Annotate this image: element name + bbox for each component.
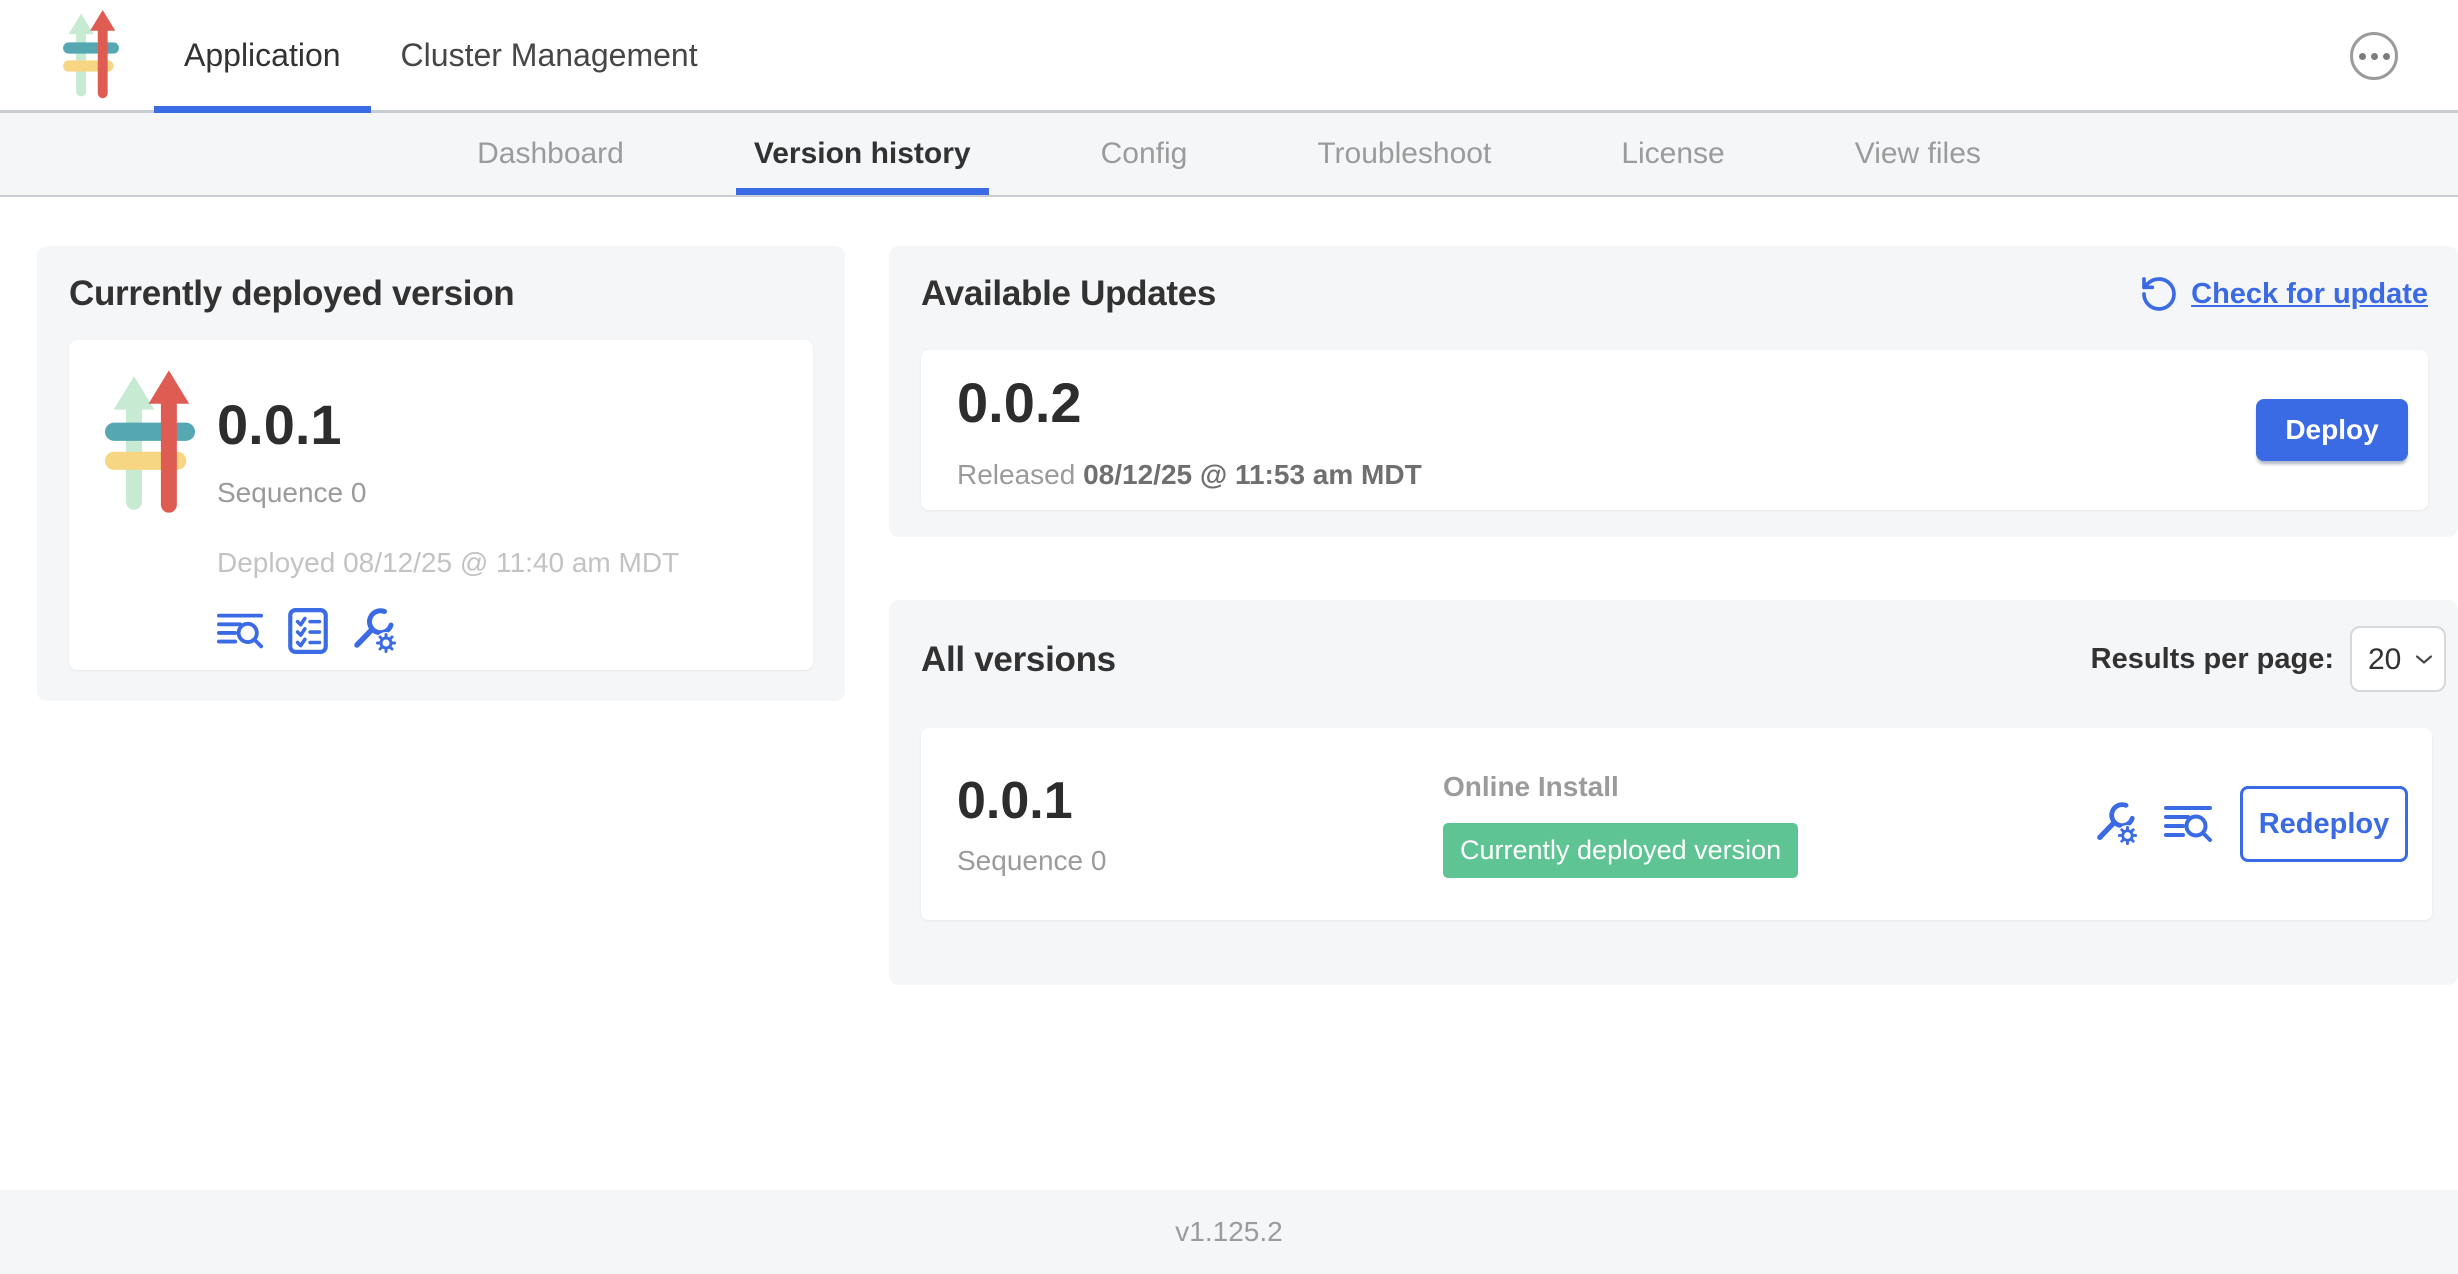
edit-config-icon[interactable] (351, 608, 397, 654)
preflight-checks-icon[interactable] (287, 607, 329, 655)
view-logs-icon[interactable] (2164, 802, 2214, 846)
status-badge: Currently deployed version (1443, 823, 1798, 878)
available-updates-card: Available Updates Check for update 0.0.2… (889, 246, 2458, 537)
results-per-page-select[interactable]: 20 (2350, 626, 2446, 692)
tab-view-files[interactable]: View files (1855, 113, 1981, 195)
app-logo-icon (105, 370, 195, 516)
refresh-icon (2139, 274, 2179, 314)
available-updates-title: Available Updates (921, 274, 1216, 314)
console-version: v1.125.2 (1175, 1216, 1282, 1248)
app-subnav: Dashboard Version history Config Trouble… (0, 113, 2458, 197)
row-version-number: 0.0.1 (957, 771, 1443, 831)
more-options-button[interactable] (2350, 32, 2398, 80)
tab-config[interactable]: Config (1101, 113, 1188, 195)
tab-license[interactable]: License (1621, 113, 1724, 195)
ellipsis-icon (2359, 53, 2366, 60)
currently-deployed-card: Currently deployed version 0.0.1 Sequenc… (37, 246, 845, 701)
results-per-page-label: Results per page: (2091, 643, 2334, 676)
deployed-card-title: Currently deployed version (69, 274, 813, 314)
view-logs-icon[interactable] (217, 610, 265, 652)
row-install-type: Online Install (1443, 771, 2094, 803)
deployed-sequence: Sequence 0 (217, 477, 679, 509)
app-footer: v1.125.2 (0, 1190, 2458, 1274)
all-versions-title: All versions (921, 640, 1116, 680)
row-sequence: Sequence 0 (957, 845, 1443, 877)
check-for-update-link[interactable]: Check for update (2139, 274, 2428, 314)
tab-troubleshoot[interactable]: Troubleshoot (1317, 113, 1491, 195)
nav-tab-application[interactable]: Application (154, 0, 371, 110)
header-nav: Application Cluster Management (154, 0, 728, 110)
all-versions-card: All versions Results per page: 20 0. (889, 600, 2458, 985)
app-header: Application Cluster Management (0, 0, 2458, 113)
deployed-version-panel: 0.0.1 Sequence 0 Deployed 08/12/25 @ 11:… (69, 340, 813, 670)
app-logo-icon (62, 10, 120, 100)
nav-tab-cluster-management-label: Cluster Management (401, 37, 698, 74)
main-content: Currently deployed version 0.0.1 Sequenc… (0, 197, 2458, 1190)
deployed-timestamp: Deployed 08/12/25 @ 11:40 am MDT (217, 547, 679, 579)
tab-version-history[interactable]: Version history (754, 113, 971, 195)
available-update-row: 0.0.2 Released 08/12/25 @ 11:53 am MDT D… (921, 350, 2428, 510)
nav-tab-application-label: Application (184, 37, 341, 74)
update-version-number: 0.0.2 (957, 370, 1422, 435)
update-released-timestamp: Released 08/12/25 @ 11:53 am MDT (957, 459, 1422, 491)
nav-tab-cluster-management[interactable]: Cluster Management (371, 0, 728, 110)
deploy-button[interactable]: Deploy (2256, 399, 2408, 461)
tab-dashboard[interactable]: Dashboard (477, 113, 624, 195)
check-for-update-label: Check for update (2191, 278, 2428, 311)
deployed-version-number: 0.0.1 (217, 392, 679, 457)
edit-config-icon[interactable] (2094, 802, 2138, 846)
version-row: 0.0.1 Sequence 0 Online Install Currentl… (921, 728, 2432, 920)
redeploy-button[interactable]: Redeploy (2240, 786, 2408, 862)
